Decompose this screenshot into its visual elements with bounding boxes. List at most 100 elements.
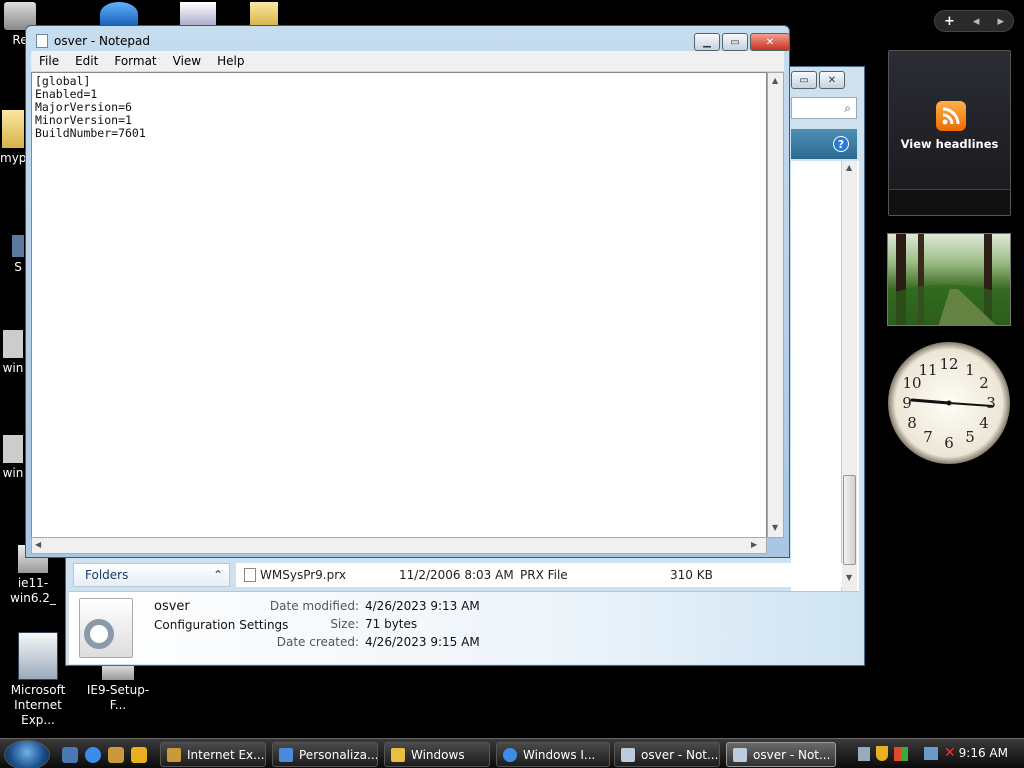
system-tray: ✕ 9:16 AM [852,739,1024,768]
scroll-up-arrow[interactable]: ▲ [772,76,778,85]
ie-desktop-icon[interactable] [100,2,138,26]
config-file-icon [79,598,133,658]
close-button[interactable]: ✕ [819,71,845,89]
file-icon [3,435,23,463]
previous-page-button[interactable]: ◂ [973,14,980,29]
clock-number: 12 [939,355,958,373]
clock-number: 6 [944,434,954,452]
notepad-icon [733,747,747,762]
menu-help[interactable]: Help [209,54,252,68]
start-button[interactable] [4,740,50,768]
add-gadget-button[interactable]: + [944,14,955,29]
menu-view[interactable]: View [165,54,209,68]
taskbar-button-notepad-1[interactable]: osver - Not... [614,742,720,767]
ie-program-icon [18,632,58,680]
taskbar-button-label: Windows [411,747,465,762]
next-page-button[interactable]: ▸ [997,14,1004,29]
taskbar-button-label: Internet Ex... [187,747,265,762]
scroll-down-arrow[interactable]: ▼ [772,523,778,532]
date-created-label: Date created: [276,635,359,649]
clock-number: 9 [902,394,912,412]
desktop-icon-ie9-setup[interactable]: IE9-Setup-F... [80,662,156,713]
minimize-button[interactable]: ▁ [694,33,720,51]
file-date: 11/2/2006 8:03 AM [399,568,514,582]
chevron-up-icon: ⌃ [212,568,223,582]
clock-face: 12 1 2 3 4 5 6 7 8 9 10 11 [902,355,996,452]
scroll-up-arrow[interactable]: ▲ [846,163,852,172]
notepad-icon [621,747,635,762]
volume-muted-icon[interactable]: ✕ [944,745,956,761]
file-type: PRX File [520,568,568,582]
taskbar-button-personalization[interactable]: Personaliza... [272,742,378,767]
clock-number: 5 [965,428,975,446]
personalization-icon [279,747,293,762]
ie-icon [503,747,517,762]
ie-quicklaunch-icon[interactable] [85,747,101,763]
desktop-icon-s[interactable]: S [10,235,26,275]
ie-icon [167,747,181,762]
taskbar-button-windows-folder[interactable]: Windows [384,742,490,767]
taskbar-button-label: osver - Not... [641,747,719,762]
taskbar-button-label: osver - Not... [753,747,831,762]
desktop-icon-label: IE9-Setup-F... [86,683,150,712]
program-icon [12,235,24,257]
switch-windows-icon[interactable] [131,747,147,763]
file-icon [3,330,23,358]
menu-file[interactable]: File [31,54,67,68]
taskbar-button-windows-ie[interactable]: Windows I... [496,742,610,767]
security-shield-icon[interactable] [876,746,888,761]
scroll-right-arrow[interactable]: ▶ [751,540,757,549]
desktop-icon-win-1[interactable]: win [0,330,26,376]
details-pane: osver Configuration Settings Date modifi… [69,591,859,664]
clock-number: 11 [918,361,937,379]
maximize-button[interactable]: ▭ [791,71,817,89]
media-quicklaunch-icon[interactable] [108,747,124,763]
size-label: Size: [330,617,359,631]
clock-number: 3 [986,394,996,412]
date-created-value: 4/26/2023 9:15 AM [365,635,480,649]
menu-format[interactable]: Format [106,54,164,68]
search-input[interactable]: ⌕ [791,97,857,119]
clock-number: 7 [923,428,933,446]
show-desktop-icon[interactable] [62,747,78,763]
folder-desktop-icon[interactable] [250,2,278,26]
table-row[interactable]: WMSysPr9.prx 11/2/2006 8:03 AM PRX File … [236,563,842,587]
slideshow-gadget[interactable] [887,233,1011,326]
taskbar-button-notepad-2[interactable]: osver - Not... [726,742,836,767]
scrollbar-thumb[interactable] [843,475,856,565]
desktop-icon-label: ie11-win6.2_ [10,576,56,605]
menu-edit[interactable]: Edit [67,54,106,68]
text-editor[interactable]: [global] Enabled=1 MajorVersion=6 MinorV… [31,72,767,538]
clock-time[interactable]: 9:16 AM [959,746,1008,760]
desktop-icon-win-2[interactable]: win [0,435,26,481]
close-button[interactable]: ✕ [750,33,790,51]
clock-number: 1 [965,361,975,379]
folder-icon [391,747,405,762]
feed-headlines-gadget[interactable]: View headlines [888,50,1011,216]
taskbar-button-label: Personaliza... [299,747,378,762]
notepad-window[interactable]: osver - Notepad ▁ ▭ ✕ File Edit Format V… [25,25,790,558]
taskbar-button-label: Windows I... [523,747,596,762]
scroll-left-arrow[interactable]: ◀ [35,540,41,549]
folders-pane-toggle[interactable]: Folders ⌃ [73,563,230,587]
taskbar-button-internet-explorer[interactable]: Internet Ex... [160,742,266,767]
desktop-icon-label: Microsoft Internet Exp... [10,683,66,727]
scroll-down-arrow[interactable]: ▼ [846,573,852,582]
desktop-icon-label: S [14,260,22,274]
desktop-icon-label: win [2,361,24,375]
taskbar: Internet Ex... Personaliza... Windows Wi… [0,738,1024,768]
tray-icon-copy[interactable] [858,747,870,761]
horizontal-scrollbar[interactable]: ◀ ▶ [31,537,767,554]
file-list-scrollbar[interactable]: ▲ ▼ [841,161,857,591]
document-desktop-icon[interactable] [180,2,216,26]
desktop-icon-microsoft-ie[interactable]: Microsoft Internet Exp... [2,632,74,728]
network-icon[interactable] [924,747,938,760]
maximize-button[interactable]: ▭ [722,33,748,51]
view-headlines-label[interactable]: View headlines [889,137,1010,151]
vertical-scrollbar[interactable]: ▲ ▼ [767,72,784,538]
windows-flag-icon[interactable] [894,747,908,761]
clock-gadget[interactable]: 12 1 2 3 4 5 6 7 8 9 10 11 [888,342,1010,464]
desktop-icon-myp[interactable]: myp [0,110,26,166]
clock-number: 2 [979,374,989,392]
help-icon[interactable]: ? [833,136,849,152]
